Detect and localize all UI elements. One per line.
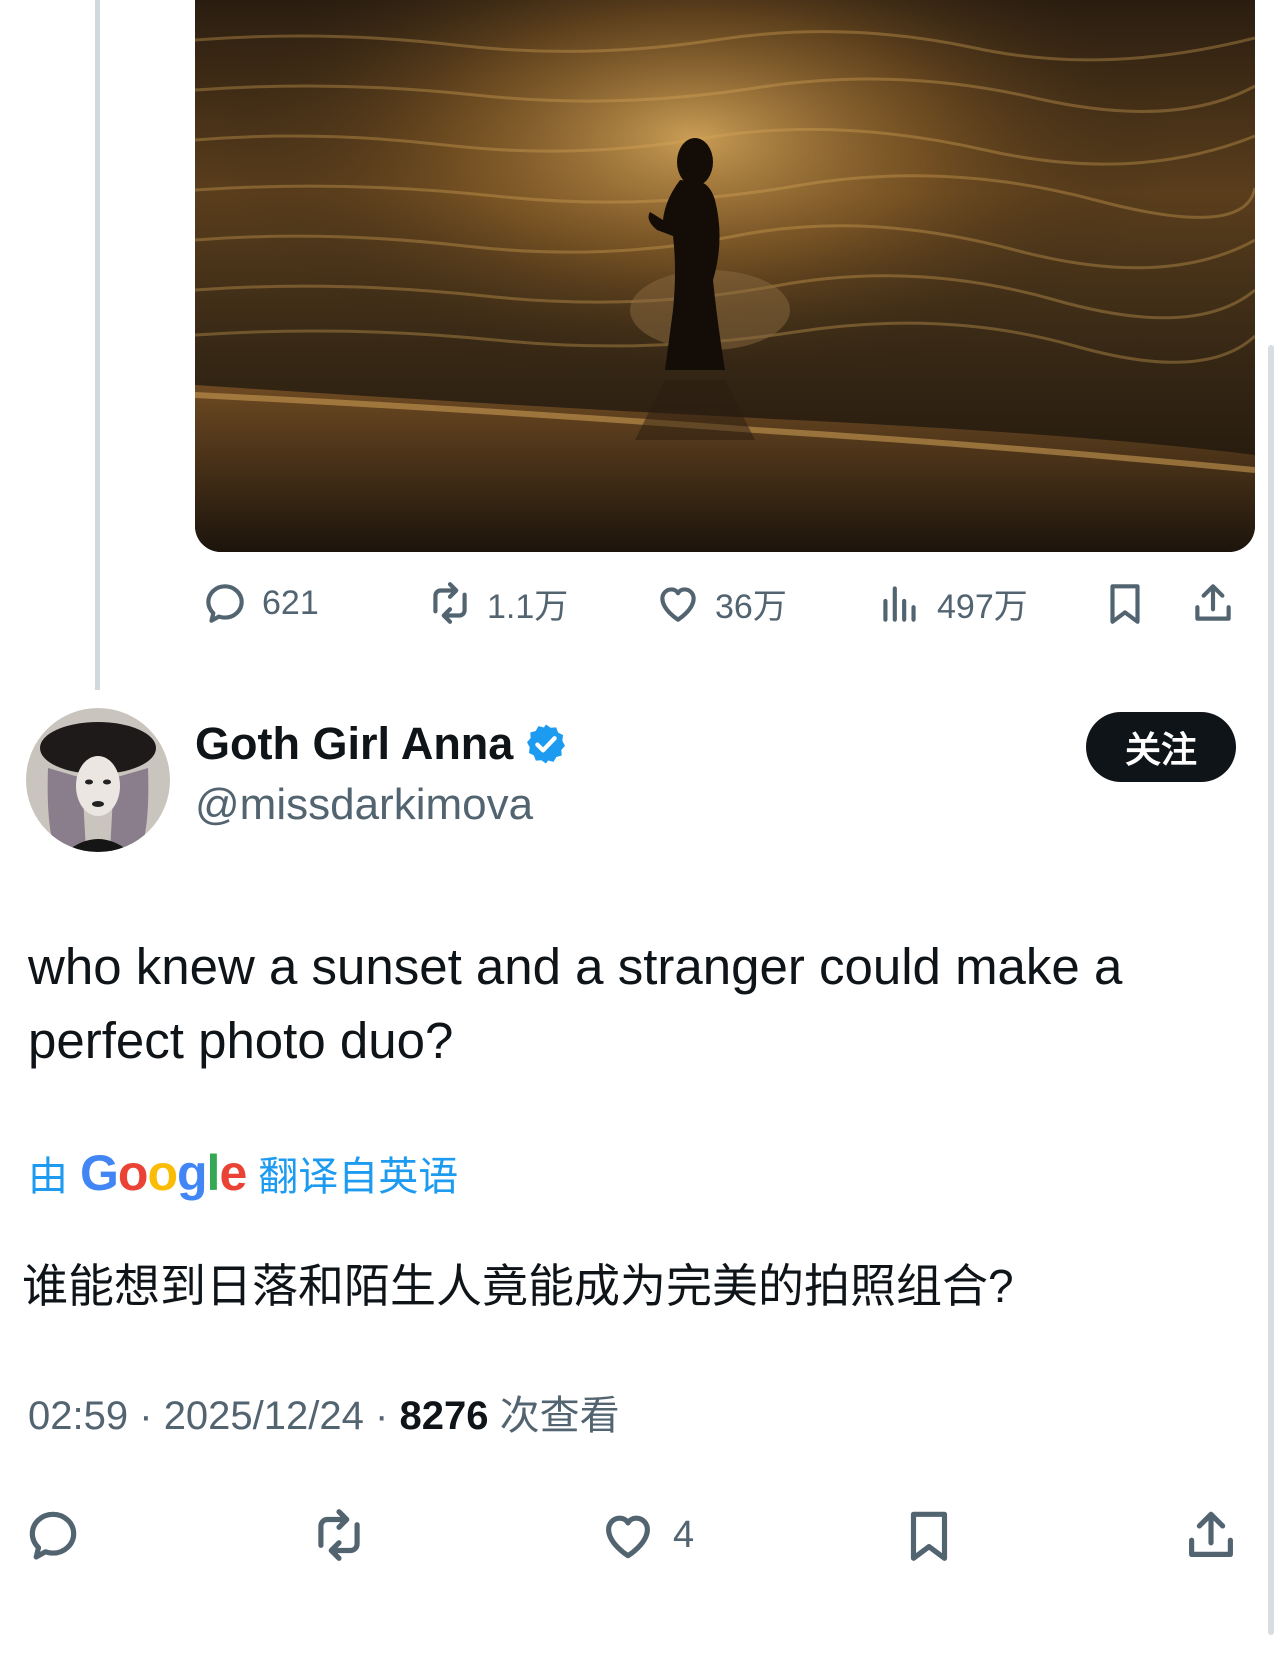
translation-suffix: 翻译自英语 <box>258 1155 459 1199</box>
verified-badge-icon <box>523 721 569 767</box>
heart-icon <box>660 587 696 622</box>
views-count: 497万 <box>937 587 1028 626</box>
retweet-button[interactable] <box>308 1490 370 1580</box>
analytics-icon <box>883 586 916 622</box>
heart-icon <box>606 1515 650 1559</box>
tweet-text: who knew a sunset and a stranger could m… <box>28 938 1123 1069</box>
share-icon <box>1189 1511 1233 1557</box>
author-name-row[interactable]: Goth Girl Anna <box>195 718 569 770</box>
retweet-icon <box>433 582 467 624</box>
translated-text: 谁能想到日落和陌生人竟能成为完美的拍照组合? <box>22 1260 1014 1312</box>
follow-button[interactable]: 关注 <box>1086 712 1236 782</box>
translation-attribution[interactable]: 由 Google 翻译自英语 <box>28 1144 458 1202</box>
avatar[interactable] <box>26 708 170 852</box>
reply-icon <box>206 584 244 623</box>
reply-button[interactable] <box>22 1490 84 1580</box>
meta-separator: · <box>139 1394 153 1438</box>
reply-stat[interactable]: 621 <box>200 568 319 638</box>
tweet-photo[interactable] <box>195 0 1255 552</box>
meta-separator: · <box>375 1394 389 1438</box>
like-stat[interactable]: 36万 <box>653 568 787 638</box>
bookmark-icon <box>1110 584 1140 624</box>
like-count: 36万 <box>715 587 787 626</box>
reply-icon <box>29 1511 77 1560</box>
translation-prefix: 由 <box>28 1155 68 1199</box>
bookmark-button[interactable] <box>1100 568 1150 638</box>
tweet-views-label: 次查看 <box>499 1394 620 1438</box>
sunset-beach-photo <box>195 0 1255 552</box>
retweet-count: 1.1万 <box>487 587 569 626</box>
quoted-tweet-stats: 621 1.1万 36万 497万 <box>0 568 1284 638</box>
google-logo: Google <box>80 1145 247 1201</box>
bookmark-icon <box>910 1511 948 1561</box>
like-count: 4 <box>673 1513 695 1556</box>
views-stat[interactable]: 497万 <box>875 568 1028 638</box>
author-handle[interactable]: @missdarkimova <box>195 780 533 830</box>
retweet-stat[interactable]: 1.1万 <box>425 568 568 638</box>
share-icon <box>1195 584 1231 621</box>
bookmark-button[interactable] <box>898 1490 960 1580</box>
share-button[interactable] <box>1180 1490 1242 1580</box>
scrollbar[interactable] <box>1268 345 1274 1635</box>
tweet-date[interactable]: 2025/12/24 <box>164 1394 364 1438</box>
retweet-icon <box>318 1509 360 1561</box>
like-button[interactable]: 4 <box>597 1490 694 1580</box>
reply-count: 621 <box>262 583 319 622</box>
author-display-name[interactable]: Goth Girl Anna <box>195 718 513 770</box>
share-button[interactable] <box>1188 568 1238 638</box>
tweet-views-count: 8276 <box>399 1394 489 1438</box>
tweet-action-bar: 4 <box>0 1490 1284 1580</box>
tweet-time[interactable]: 02:59 <box>28 1394 128 1438</box>
avatar-image <box>26 708 170 852</box>
tweet-meta: 02:59 · 2025/12/24 · 8276 次查看 <box>28 1383 620 1441</box>
